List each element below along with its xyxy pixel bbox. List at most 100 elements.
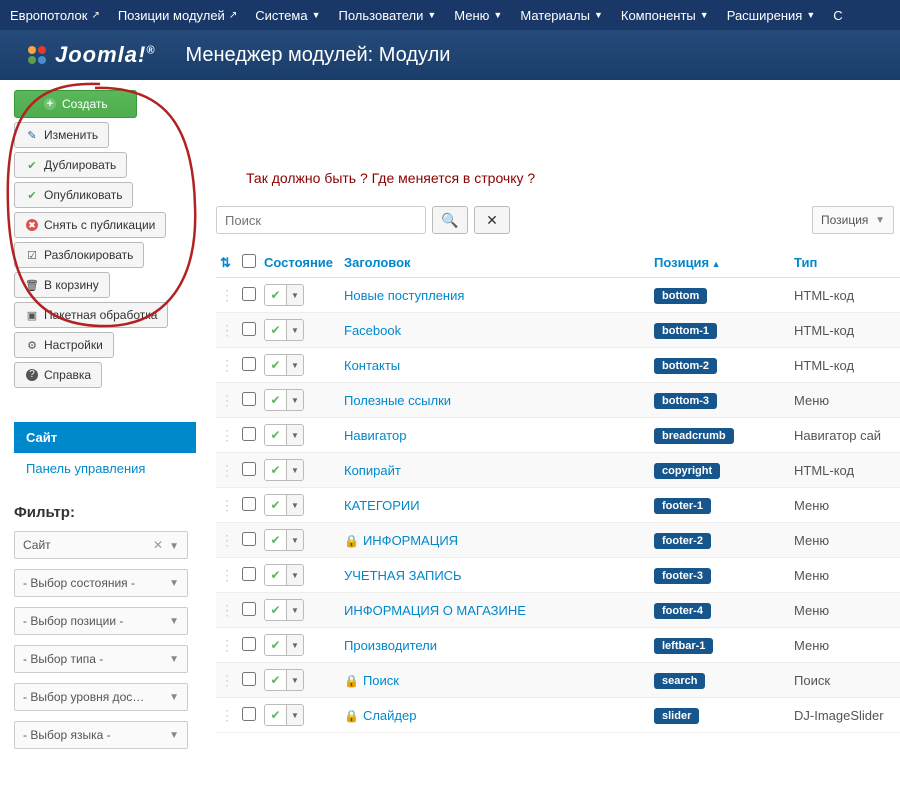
row-checkbox[interactable] xyxy=(242,287,256,301)
drag-handle[interactable]: ⋮ xyxy=(220,322,234,338)
state-toggle[interactable]: ✔▼ xyxy=(264,564,304,586)
module-title-link[interactable]: Слайдер xyxy=(363,708,417,723)
col-type[interactable]: Тип xyxy=(790,248,900,278)
module-title-link[interactable]: КАТЕГОРИИ xyxy=(344,498,420,513)
module-title-link[interactable]: Копирайт xyxy=(344,463,401,478)
module-title-link[interactable]: ИНФОРМАЦИЯ О МАГАЗИНЕ xyxy=(344,603,526,618)
drag-handle[interactable]: ⋮ xyxy=(220,637,234,653)
drag-handle[interactable]: ⋮ xyxy=(220,602,234,618)
state-toggle[interactable]: ✔▼ xyxy=(264,459,304,481)
duplicate-button[interactable]: Дублировать xyxy=(14,152,127,178)
module-title-link[interactable]: Полезные ссылки xyxy=(344,393,451,408)
module-title-link[interactable]: Производители xyxy=(344,638,437,653)
position-badge: search xyxy=(654,673,705,689)
tab-cpanel[interactable]: Панель управления xyxy=(14,453,196,484)
state-toggle[interactable]: ✔▼ xyxy=(264,319,304,341)
state-toggle[interactable]: ✔▼ xyxy=(264,599,304,621)
nav-item[interactable]: Меню ▼ xyxy=(454,8,502,23)
filter-access[interactable]: - Выбор уровня дос…▼ xyxy=(14,683,188,711)
state-toggle[interactable]: ✔▼ xyxy=(264,354,304,376)
nav-item[interactable]: Система ▼ xyxy=(255,8,320,23)
filter-language[interactable]: - Выбор языка -▼ xyxy=(14,721,188,749)
drag-handle[interactable]: ⋮ xyxy=(220,567,234,583)
row-checkbox[interactable] xyxy=(242,427,256,441)
module-title-link[interactable]: УЧЕТНАЯ ЗАПИСЬ xyxy=(344,568,462,583)
row-checkbox[interactable] xyxy=(242,392,256,406)
drag-handle[interactable]: ⋮ xyxy=(220,532,234,548)
module-title-link[interactable]: Поиск xyxy=(363,673,399,688)
row-checkbox[interactable] xyxy=(242,532,256,546)
nav-item[interactable]: Пользователи ▼ xyxy=(339,8,437,23)
row-checkbox[interactable] xyxy=(242,497,256,511)
drag-handle[interactable]: ⋮ xyxy=(220,497,234,513)
search-input[interactable] xyxy=(216,206,426,234)
edit-button[interactable]: Изменить xyxy=(14,122,109,148)
row-checkbox[interactable] xyxy=(242,357,256,371)
drag-handle[interactable]: ⋮ xyxy=(220,672,234,688)
row-checkbox[interactable] xyxy=(242,462,256,476)
nav-item[interactable]: С xyxy=(833,8,842,23)
publish-button[interactable]: Опубликовать xyxy=(14,182,133,208)
nav-item[interactable]: Компоненты ▼ xyxy=(621,8,709,23)
nav-item[interactable]: Материалы ▼ xyxy=(520,8,603,23)
help-button[interactable]: Справка xyxy=(14,362,102,388)
drag-handle[interactable]: ⋮ xyxy=(220,357,234,373)
trash-button[interactable]: В корзину xyxy=(14,272,110,298)
state-toggle[interactable]: ✔▼ xyxy=(264,494,304,516)
tab-site[interactable]: Сайт xyxy=(14,422,196,453)
clear-search-button[interactable]: ✕ xyxy=(474,206,510,234)
order-column-icon[interactable]: ⇅ xyxy=(220,255,231,270)
clear-icon[interactable]: ✕ xyxy=(153,538,163,552)
search-button[interactable]: 🔍 xyxy=(432,206,468,234)
module-title-link[interactable]: Навигатор xyxy=(344,428,406,443)
nav-item[interactable]: Европотолок ↗ xyxy=(10,8,100,23)
sort-position-select[interactable]: Позиция ▼ xyxy=(812,206,894,234)
check-icon: ✔ xyxy=(265,425,287,445)
unlock-button[interactable]: Разблокировать xyxy=(14,242,144,268)
module-title-link[interactable]: Новые поступления xyxy=(344,288,464,303)
drag-handle[interactable]: ⋮ xyxy=(220,707,234,723)
drag-handle[interactable]: ⋮ xyxy=(220,287,234,303)
row-checkbox[interactable] xyxy=(242,322,256,336)
chevron-down-icon: ▼ xyxy=(875,215,885,226)
position-badge: bottom-2 xyxy=(654,358,717,374)
caret-down-icon: ▼ xyxy=(287,495,303,515)
nav-item[interactable]: Расширения ▼ xyxy=(727,8,816,23)
col-state[interactable]: Состояние xyxy=(260,248,340,278)
unpublish-button[interactable]: Снять с публикации xyxy=(14,212,166,238)
drag-handle[interactable]: ⋮ xyxy=(220,462,234,478)
state-toggle[interactable]: ✔▼ xyxy=(264,704,304,726)
row-checkbox[interactable] xyxy=(242,637,256,651)
nav-item[interactable]: Позиции модулей ↗ xyxy=(118,8,237,23)
unpublish-icon xyxy=(25,218,39,232)
select-all-checkbox[interactable] xyxy=(242,254,256,268)
batch-button[interactable]: Пакетная обработка xyxy=(14,302,168,328)
state-toggle[interactable]: ✔▼ xyxy=(264,389,304,411)
filter-type[interactable]: - Выбор типа -▼ xyxy=(14,645,188,673)
row-checkbox[interactable] xyxy=(242,602,256,616)
filter-position[interactable]: - Выбор позиции -▼ xyxy=(14,607,188,635)
state-toggle[interactable]: ✔▼ xyxy=(264,529,304,551)
drag-handle[interactable]: ⋮ xyxy=(220,392,234,408)
module-title-link[interactable]: Facebook xyxy=(344,323,401,338)
module-title-link[interactable]: Контакты xyxy=(344,358,400,373)
drag-handle[interactable]: ⋮ xyxy=(220,427,234,443)
filter-state[interactable]: - Выбор состояния -▼ xyxy=(14,569,188,597)
module-type: Меню xyxy=(790,488,900,523)
row-checkbox[interactable] xyxy=(242,707,256,721)
create-button[interactable]: Создать xyxy=(14,90,137,118)
options-button[interactable]: Настройки xyxy=(14,332,114,358)
state-toggle[interactable]: ✔▼ xyxy=(264,284,304,306)
module-title-link[interactable]: ИНФОРМАЦИЯ xyxy=(363,533,458,548)
col-position[interactable]: Позиция xyxy=(650,248,790,278)
state-toggle[interactable]: ✔▼ xyxy=(264,669,304,691)
filter-site[interactable]: Сайт✕▼ xyxy=(14,531,188,559)
row-checkbox[interactable] xyxy=(242,567,256,581)
state-toggle[interactable]: ✔▼ xyxy=(264,424,304,446)
col-title[interactable]: Заголовок xyxy=(340,248,650,278)
state-toggle[interactable]: ✔▼ xyxy=(264,634,304,656)
caret-down-icon: ▼ xyxy=(287,670,303,690)
row-checkbox[interactable] xyxy=(242,672,256,686)
search-icon: 🔍 xyxy=(441,212,458,229)
unlock-icon xyxy=(25,248,39,262)
